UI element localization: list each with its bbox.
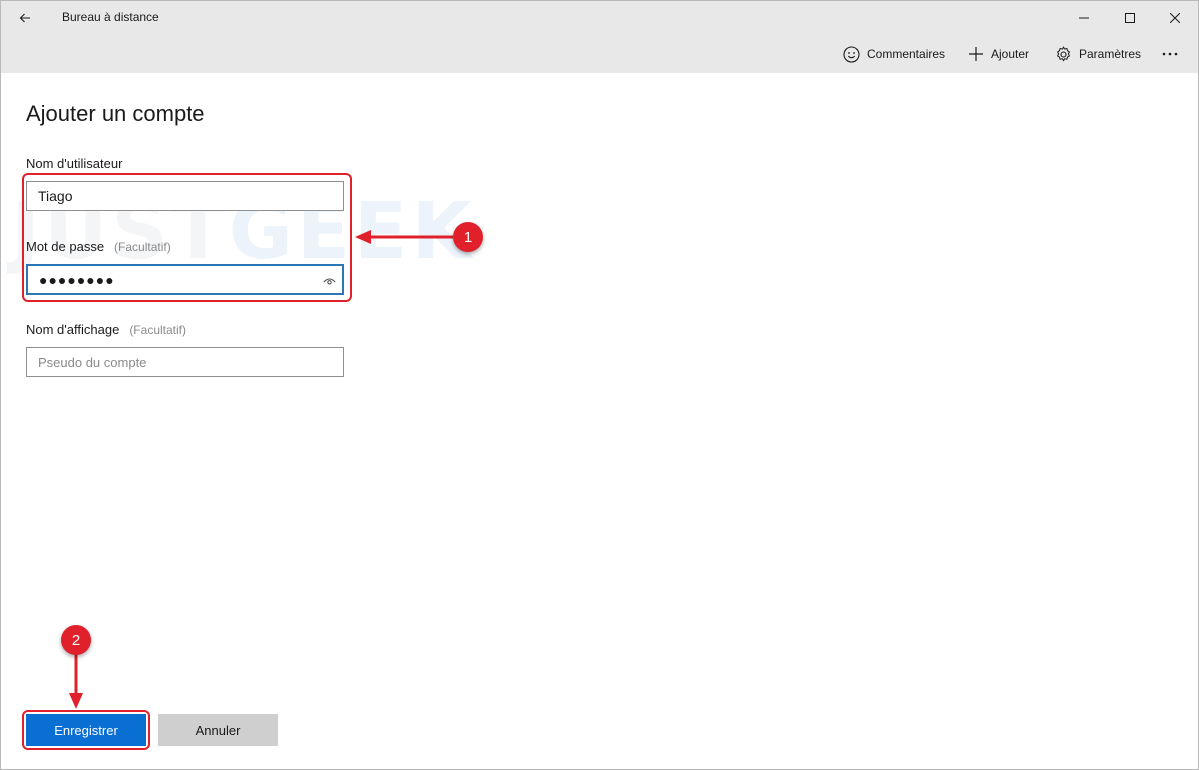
callout-badge-1: 1 <box>453 222 483 252</box>
page-title: Ajouter un compte <box>26 101 205 126</box>
callout-arrow-1 <box>355 230 453 244</box>
display-name-label-text: Nom d'affichage <box>26 322 120 337</box>
callout-highlight-save <box>22 710 150 750</box>
title-bar: Bureau à distance Commentaires Ajouter P… <box>1 1 1198 73</box>
feedback-label: Commentaires <box>867 47 946 61</box>
back-button[interactable] <box>11 7 39 29</box>
more-icon <box>1162 52 1178 56</box>
display-name-optional-hint: (Facultatif) <box>129 323 186 337</box>
add-button[interactable]: Ajouter <box>968 41 1029 67</box>
arrow-left-icon <box>19 13 30 23</box>
callout-badge-2: 2 <box>61 625 91 655</box>
username-label: Nom d'utilisateur <box>26 156 123 171</box>
display-name-label: Nom d'affichage (Facultatif) <box>26 322 186 337</box>
gear-icon <box>1056 45 1071 62</box>
close-button[interactable] <box>1152 1 1198 35</box>
minimize-icon <box>1079 17 1089 19</box>
feedback-button[interactable]: Commentaires <box>843 41 945 67</box>
app-window: Bureau à distance Commentaires Ajouter P… <box>0 0 1199 770</box>
close-icon <box>1170 13 1180 23</box>
display-name-field[interactable]: Pseudo du compte <box>26 347 344 377</box>
minimize-button[interactable] <box>1061 1 1107 35</box>
maximize-icon <box>1125 13 1135 23</box>
callout-highlight-credentials <box>22 173 352 302</box>
plus-icon <box>969 47 983 61</box>
maximize-button[interactable] <box>1107 1 1153 35</box>
callout-arrow-2 <box>69 651 83 709</box>
add-label: Ajouter <box>991 47 1030 61</box>
more-options-button[interactable] <box>1162 41 1185 67</box>
display-name-placeholder: Pseudo du compte <box>38 354 147 370</box>
smiley-icon <box>843 45 860 63</box>
window-title: Bureau à distance <box>62 10 159 24</box>
settings-label: Paramètres <box>1079 47 1142 61</box>
cancel-button[interactable]: Annuler <box>158 714 278 746</box>
settings-button[interactable]: Paramètres <box>1055 41 1141 67</box>
